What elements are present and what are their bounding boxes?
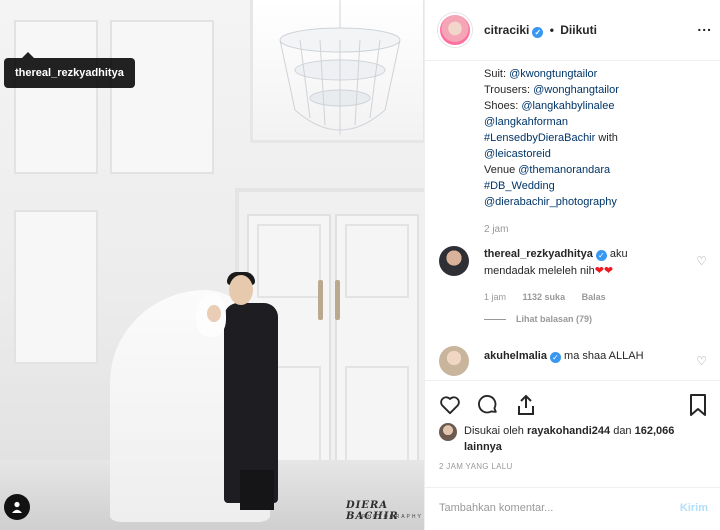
mention-link[interactable]: @langkahforman — [484, 116, 568, 128]
post-comment-button[interactable]: Kirim — [680, 502, 708, 514]
comment-username[interactable]: thereal_rezkyadhitya — [484, 248, 593, 260]
post-header: citraciki ✓ • Diikuti ... — [425, 0, 720, 61]
more-options-icon[interactable]: ... — [697, 18, 712, 34]
caption-line: #LensedbyDieraBachir with — [484, 132, 618, 144]
bookmark-icon[interactable] — [686, 393, 710, 417]
caption-line: Trousers: @wonghangtailor — [484, 84, 619, 96]
verified-badge-icon: ✓ — [549, 352, 561, 363]
mention-link[interactable]: @wonghangtailor — [533, 84, 619, 96]
caption: Suit: @kwongtungtailor Trousers: @wongha… — [484, 66, 704, 210]
avatar[interactable] — [439, 423, 457, 441]
post-side-panel: citraciki ✓ • Diikuti ... Suit: @kwongtun… — [424, 0, 720, 530]
mention-link[interactable]: @dierabachir_photography — [484, 196, 617, 208]
comment-like-icon[interactable]: ♡ — [696, 354, 707, 368]
caption-line: Venue @themanorandara — [484, 164, 611, 176]
user-tag-icon[interactable] — [4, 494, 30, 520]
heart-emoji: ❤❤ — [594, 265, 614, 277]
heart-icon[interactable] — [438, 393, 462, 417]
caption-line: Shoes: @langkahbylinalee — [484, 100, 615, 112]
view-replies-button[interactable]: Lihat balasan (79) — [484, 314, 592, 324]
comment-input[interactable] — [439, 502, 639, 514]
mention-link[interactable]: @leicastoreid — [484, 148, 551, 160]
comment-likes[interactable]: 1132 suka — [523, 292, 566, 302]
caption-line: @dierabachir_photography — [484, 194, 704, 210]
follow-status-button[interactable]: Diikuti — [560, 23, 597, 37]
mention-link[interactable]: @kwongtungtailor — [509, 68, 597, 80]
comment-meta: 1 jam 1132 suka Balas — [484, 292, 620, 302]
chandelier-illustration — [279, 0, 401, 135]
mention-link[interactable]: @langkahbylinalee — [521, 100, 614, 112]
share-icon[interactable] — [514, 393, 538, 417]
caption-time: 2 jam — [484, 224, 509, 235]
separator: • — [549, 23, 554, 37]
tag-username[interactable]: thereal_rezkyadhitya — [15, 67, 124, 79]
verified-badge-icon: ✓ — [532, 27, 544, 38]
hashtag-link[interactable]: #LensedbyDieraBachir — [484, 132, 595, 144]
wall-panel — [110, 20, 214, 174]
comment-username[interactable]: akuhelmalia — [484, 350, 547, 362]
user-tag-tooltip[interactable]: thereal_rezkyadhitya — [4, 52, 135, 88]
liked-by-user[interactable]: rayakohandi244 — [527, 425, 610, 437]
comment-text: thereal_rezkyadhitya ✓ aku mendadak melel… — [484, 246, 674, 280]
post-photo[interactable]: thereal_rezkyadhitya DIERA BACHIR PHOTOG… — [0, 0, 424, 530]
avatar[interactable] — [439, 346, 469, 376]
wall-panel — [14, 20, 98, 174]
caption-line: Suit: @kwongtungtailor — [484, 68, 598, 80]
reply-button[interactable]: Balas — [582, 292, 606, 302]
header-user-line: citraciki ✓ • Diikuti — [484, 23, 597, 38]
groom-head — [229, 275, 253, 305]
photographer-watermark-sub: PHOTOGRAPHY — [362, 514, 423, 520]
mention-link[interactable]: @themanorandara — [518, 164, 610, 176]
wall-panel — [14, 210, 98, 364]
verified-badge-icon: ✓ — [595, 250, 607, 261]
groom-legs — [240, 470, 274, 510]
action-icons — [438, 393, 538, 417]
avatar[interactable] — [439, 246, 469, 276]
caption-line: @leicastoreid — [484, 146, 704, 162]
username-link[interactable]: citraciki — [484, 23, 529, 37]
person-icon — [12, 501, 22, 513]
comment-time: 1 jam — [484, 292, 507, 302]
comment-text: akuhelmalia ✓ ma shaa ALLAH — [484, 348, 674, 365]
door-handle — [335, 280, 340, 320]
caption-line: @langkahforman — [484, 114, 704, 130]
avatar[interactable] — [438, 13, 472, 47]
post-timestamp[interactable]: 2 JAM YANG LALU — [439, 462, 513, 471]
bride-face — [207, 305, 221, 322]
caption-line: #DB_Wedding — [484, 178, 704, 194]
hashtag-link[interactable]: #DB_Wedding — [484, 180, 555, 192]
comment-icon[interactable] — [476, 393, 500, 417]
comment-like-icon[interactable]: ♡ — [696, 254, 707, 268]
likes-text: Disukai oleh rayakohandi244 dan 162,066 … — [464, 425, 675, 453]
comment-body: ma shaa ALLAH — [560, 350, 644, 362]
add-comment-bar: Kirim — [425, 487, 720, 530]
post-modal: thereal_rezkyadhitya DIERA BACHIR PHOTOG… — [0, 0, 720, 530]
door-handle — [318, 280, 323, 320]
post-actions: Disukai oleh rayakohandi244 dan 162,066 … — [425, 380, 720, 491]
